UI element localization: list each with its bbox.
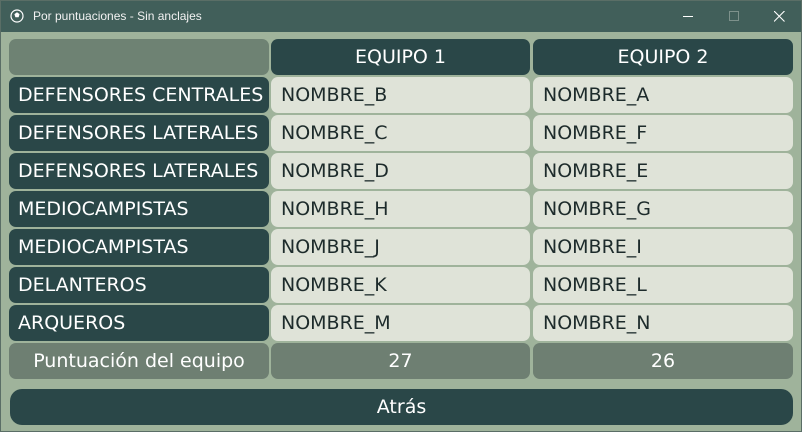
team1-player: NOMBRE_B <box>271 77 530 113</box>
position-label: DEFENSORES CENTRALES <box>9 77 269 113</box>
team2-player: NOMBRE_A <box>533 77 793 113</box>
soccer-ball-icon <box>10 9 24 23</box>
team1-player: NOMBRE_C <box>271 115 530 151</box>
position-label: DELANTEROS <box>9 267 269 303</box>
position-label: ARQUEROS <box>9 305 269 341</box>
team1-header: EQUIPO 1 <box>271 39 530 75</box>
team2-player: NOMBRE_I <box>533 229 793 265</box>
team1-player: NOMBRE_M <box>271 305 530 341</box>
team2-player: NOMBRE_F <box>533 115 793 151</box>
position-label: MEDIOCAMPISTAS <box>9 191 269 227</box>
team2-player: NOMBRE_L <box>533 267 793 303</box>
minimize-icon <box>683 16 693 17</box>
app-window: Por puntuaciones - Sin anclajes EQUIPO 1… <box>0 0 802 432</box>
team1-score: 27 <box>271 343 530 379</box>
close-button[interactable] <box>756 1 802 32</box>
back-button[interactable]: Atrás <box>10 389 793 425</box>
team1-player: NOMBRE_D <box>271 153 530 189</box>
position-label: DEFENSORES LATERALES <box>9 115 269 151</box>
team1-player: NOMBRE_K <box>271 267 530 303</box>
position-label: DEFENSORES LATERALES <box>9 153 269 189</box>
minimize-button[interactable] <box>665 1 711 32</box>
maximize-button[interactable] <box>711 1 757 32</box>
position-label: MEDIOCAMPISTAS <box>9 229 269 265</box>
team2-player: NOMBRE_G <box>533 191 793 227</box>
table-corner <box>9 39 269 75</box>
team2-header: EQUIPO 2 <box>533 39 793 75</box>
team1-player: NOMBRE_H <box>271 191 530 227</box>
score-label: Puntuación del equipo <box>9 343 269 379</box>
close-icon <box>774 11 785 22</box>
team1-player: NOMBRE_J <box>271 229 530 265</box>
team2-score: 26 <box>533 343 793 379</box>
team2-player: NOMBRE_N <box>533 305 793 341</box>
team2-player: NOMBRE_E <box>533 153 793 189</box>
window-title: Por puntuaciones - Sin anclajes <box>33 9 202 23</box>
title-bar[interactable]: Por puntuaciones - Sin anclajes <box>1 1 801 32</box>
maximize-icon <box>729 11 739 21</box>
